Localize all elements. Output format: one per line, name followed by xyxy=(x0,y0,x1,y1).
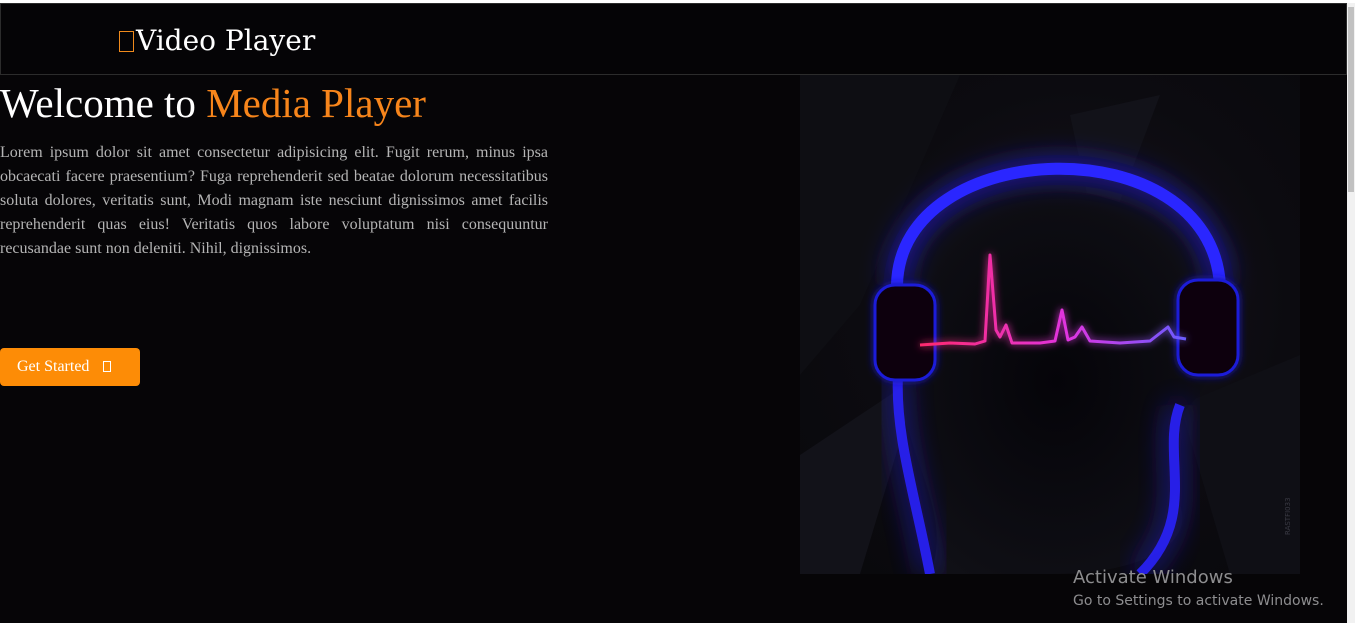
navbar: Video Player xyxy=(0,3,1347,75)
headphones-heartbeat-graphic: RASTFI033 xyxy=(800,75,1300,574)
get-started-label: Get Started xyxy=(17,358,90,375)
brand-logo[interactable]: Video Player xyxy=(119,24,315,58)
hero-title: Welcome to Media Player xyxy=(0,78,426,128)
get-started-button[interactable]: Get Started xyxy=(0,348,140,386)
headphones-heartbeat-illustration: RASTFI033 xyxy=(800,75,1300,574)
media-play-icon xyxy=(119,31,134,52)
page: Video Player Welcome to Media Player Lor… xyxy=(0,0,1355,623)
brand-text: Video Player xyxy=(136,24,316,57)
windows-activation-watermark: Activate Windows Go to Settings to activ… xyxy=(1073,566,1324,612)
scrollbar-thumb[interactable] xyxy=(1348,7,1354,192)
hero-description: Lorem ipsum dolor sit amet consectetur a… xyxy=(0,144,548,257)
arrow-right-icon xyxy=(103,361,112,372)
hero-title-lead: Welcome to xyxy=(0,80,207,126)
left-ear-cup xyxy=(873,283,937,382)
watermark-title: Activate Windows xyxy=(1073,567,1233,588)
image-credit-mark: RASTFI033 xyxy=(1284,497,1292,535)
page-scrollbar[interactable] xyxy=(1347,3,1355,623)
hero-title-accent: Media Player xyxy=(206,80,426,126)
right-ear-cup xyxy=(1176,278,1240,377)
watermark-subtitle: Go to Settings to activate Windows. xyxy=(1073,593,1324,609)
